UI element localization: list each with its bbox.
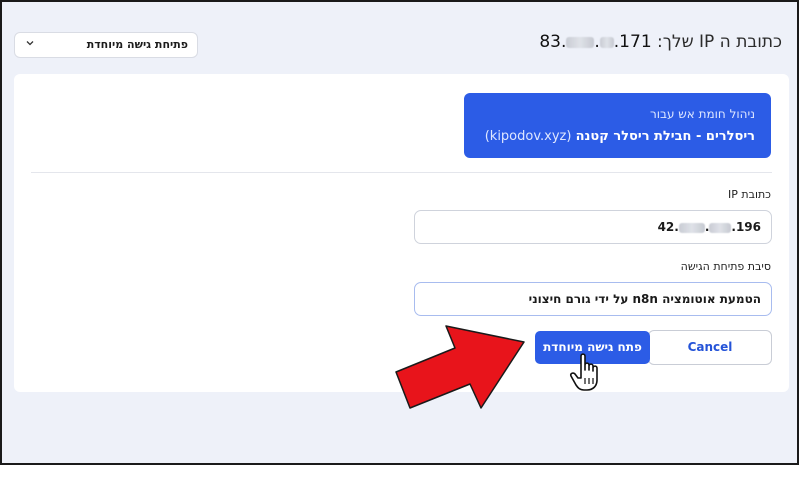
- ip-label: כתובת ה IP שלך:: [657, 32, 782, 52]
- cancel-button[interactable]: Cancel: [648, 330, 772, 365]
- ip-part-2: .: [594, 32, 600, 52]
- redacted-block: [566, 36, 595, 48]
- redacted-block: [678, 222, 705, 233]
- banner-title: ניהול חומת אש עבור: [649, 107, 755, 121]
- account-domain: (kipodov.xyz): [484, 129, 572, 144]
- chevron-down-icon: [26, 41, 34, 46]
- ip-part-1: 83.: [539, 32, 567, 52]
- top-bar: כתובת ה IP שלך: 83.. .171 פתיחת גישה מיוח…: [2, 2, 797, 74]
- account-name: ריסלרים - חבילת ריסלר קטנה: [575, 129, 755, 144]
- redacted-block: [709, 222, 732, 233]
- access-type-dropdown[interactable]: פתיחת גישה מיוחדת: [14, 32, 198, 58]
- ip-input-part-1: 42.: [657, 220, 679, 234]
- banner-account-line: ריסלרים - חבילת ריסלר קטנה (kipodov.xyz): [485, 129, 755, 144]
- ip-address-input[interactable]: 42.. .196: [414, 210, 772, 244]
- firewall-info-banner: ניהול חומת אש עבור ריסלרים - חבילת ריסלר…: [464, 93, 771, 158]
- redacted-block: [599, 36, 614, 48]
- divider: [31, 172, 772, 173]
- app-frame: כתובת ה IP שלך: 83.. .171 פתיחת גישה מיוח…: [0, 0, 799, 465]
- reason-field-label: סיבת פתיחת הגישה: [680, 260, 771, 273]
- dropdown-selected-value: פתיחת גישה מיוחדת: [86, 38, 188, 51]
- ip-input-part-3: .196: [731, 220, 761, 234]
- ip-field-label: כתובת IP: [727, 188, 771, 201]
- red-arrow-annotation-icon: [395, 325, 525, 409]
- reason-input[interactable]: הטמעת אוטומציה n8n על ידי גורם חיצוני: [414, 282, 772, 316]
- ip-input-value: 42.. .196: [658, 220, 761, 234]
- reason-input-value: הטמעת אוטומציה n8n על ידי גורם חיצוני: [528, 292, 761, 306]
- user-ip-display: כתובת ה IP שלך: 83.. .171: [539, 32, 782, 52]
- ip-value: 83.. .171: [539, 32, 651, 52]
- hand-pointer-icon: [570, 353, 598, 391]
- ip-part-3: .171: [613, 32, 652, 52]
